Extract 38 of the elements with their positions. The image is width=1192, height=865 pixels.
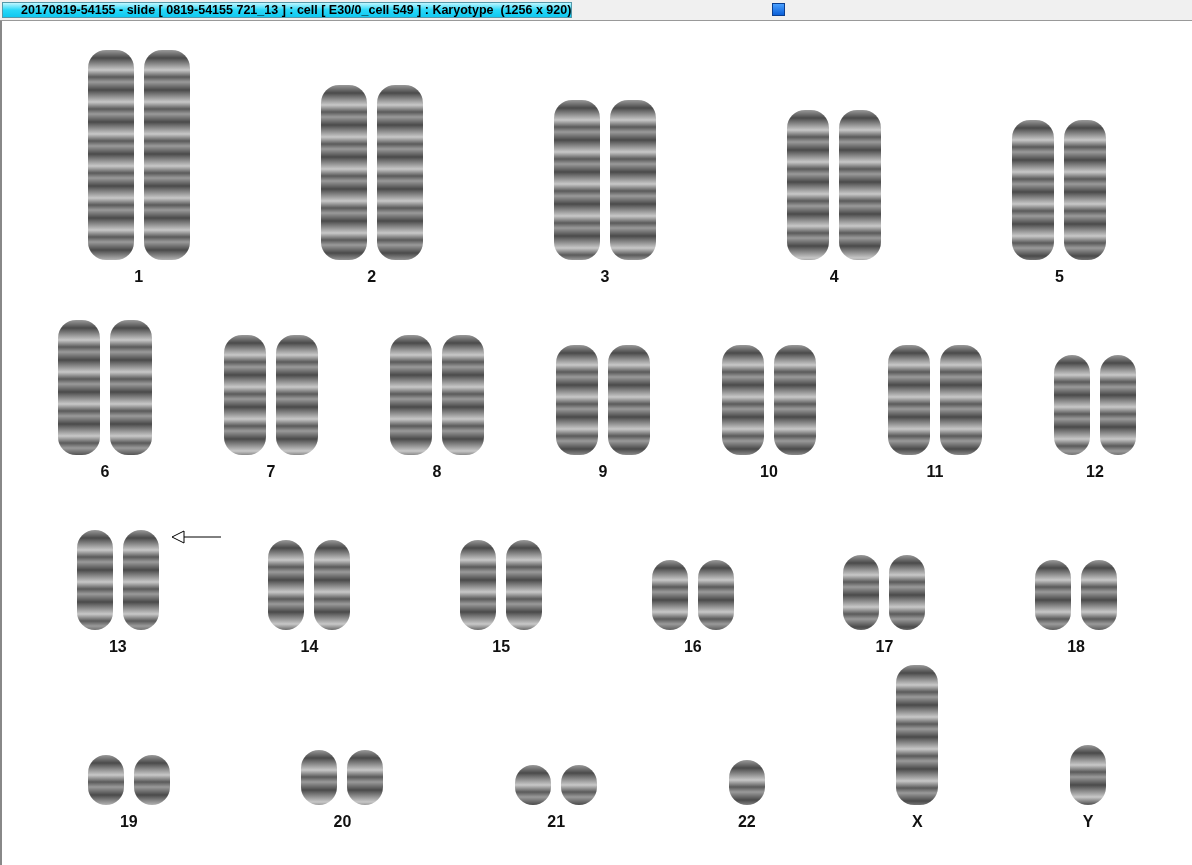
chromosome bbox=[561, 765, 598, 805]
chromosome-label: 8 bbox=[432, 463, 442, 481]
chromosome-label: 16 bbox=[683, 638, 702, 656]
chromosome bbox=[1035, 560, 1072, 630]
chromosome bbox=[697, 560, 734, 630]
chromosome-label: 7 bbox=[266, 463, 276, 481]
chromosome bbox=[87, 755, 124, 805]
chromosome-label: Y bbox=[1082, 813, 1094, 831]
chromosome bbox=[1081, 560, 1118, 630]
window-title: 20170819-54155 - slide [ 0819-54155 721_13 ] : cell [ E30/0_cell 549 ] : Karyotype (1256 x 920) bbox=[2, 2, 572, 18]
chromosome bbox=[728, 760, 765, 805]
chromosome-label: 14 bbox=[300, 638, 319, 656]
chromosome-label: 20 bbox=[333, 813, 352, 831]
chromosome-label: 13 bbox=[108, 638, 127, 656]
chromosome-label: 1 bbox=[134, 268, 144, 286]
chromosome-label: 6 bbox=[100, 463, 110, 481]
chromosome bbox=[651, 560, 688, 630]
chromosome bbox=[1070, 745, 1107, 805]
chromosome-label: 17 bbox=[875, 638, 894, 656]
chromosome-label: 21 bbox=[547, 813, 566, 831]
chromosome bbox=[515, 765, 552, 805]
chromosome-label: X bbox=[912, 813, 923, 831]
chromosome bbox=[347, 750, 384, 805]
chromosome bbox=[301, 750, 338, 805]
chromosome-label: 18 bbox=[1067, 638, 1085, 656]
chromosome-label: 9 bbox=[598, 463, 608, 481]
window-handle[interactable] bbox=[772, 3, 785, 16]
chromosome-label: 22 bbox=[737, 813, 756, 831]
chromosome-label: 15 bbox=[492, 638, 511, 656]
chromosome-label: 3 bbox=[600, 268, 610, 286]
chromosome-label: 2 bbox=[367, 268, 377, 286]
chromosome-label: 11 bbox=[926, 463, 944, 481]
chromosome-label: 5 bbox=[1054, 268, 1064, 286]
chromosome-label: 12 bbox=[1086, 463, 1104, 481]
chromosome-label: 4 bbox=[829, 268, 839, 286]
chromosome-label: 19 bbox=[119, 813, 138, 831]
chromosome bbox=[133, 755, 170, 805]
chromosome-label: 10 bbox=[760, 463, 778, 481]
